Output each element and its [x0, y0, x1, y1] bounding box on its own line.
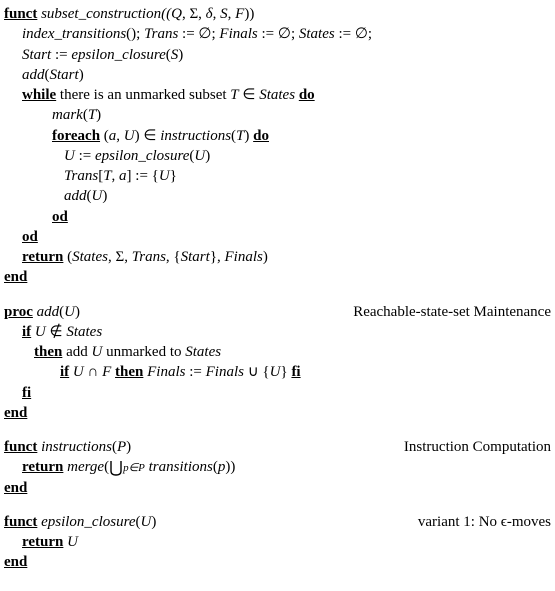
line-trans: Trans[T, a] := {U} — [4, 166, 551, 186]
funct-epsilon-closure: variant 1: No ϵ-moves funct epsilon_clos… — [4, 512, 551, 573]
line-add-u: add(U) — [4, 186, 551, 206]
proc-subset-construction: funct subset_construction((Q, Σ, δ, S, F… — [4, 4, 551, 288]
header-line: Instruction Computation funct instructio… — [4, 437, 551, 457]
line-add-start: add(Start) — [4, 65, 551, 85]
line-fi: fi — [4, 383, 551, 403]
line-inner-if: if U ∩ F then Finals := Finals ∪ {U} fi — [4, 362, 551, 382]
line-start: Start := epsilon_closure(S) — [4, 45, 551, 65]
comment: variant 1: No ϵ-moves — [418, 512, 551, 532]
line-end: end — [4, 478, 551, 498]
line-while: while there is an unmarked subset T ∈ St… — [4, 85, 551, 105]
big-union-icon — [109, 459, 123, 477]
line-od-inner: od — [4, 207, 551, 227]
proc-add: Reachable-state-set Maintenance proc add… — [4, 302, 551, 424]
line-mark: mark(T) — [4, 105, 551, 125]
line-return: return merge(p∈P transitions(p)) — [4, 457, 551, 477]
header-line: funct subset_construction((Q, Σ, δ, S, F… — [4, 4, 551, 24]
line-return: return (States, Σ, Trans, {Start}, Final… — [4, 247, 551, 267]
comment: Instruction Computation — [404, 437, 551, 457]
comment: Reachable-state-set Maintenance — [353, 302, 551, 322]
line-end: end — [4, 403, 551, 423]
funct-instructions: Instruction Computation funct instructio… — [4, 437, 551, 498]
line-if: if U ∉ States — [4, 322, 551, 342]
line-u-ec: U := epsilon_closure(U) — [4, 146, 551, 166]
line-return: return U — [4, 532, 551, 552]
header-line: Reachable-state-set Maintenance proc add… — [4, 302, 551, 322]
line-od-outer: od — [4, 227, 551, 247]
line-foreach: foreach (a, U) ∈ instructions(T) do — [4, 126, 551, 146]
line-end: end — [4, 267, 551, 287]
funct-kw: funct — [4, 6, 37, 22]
line-then: then add U unmarked to States — [4, 342, 551, 362]
line-init: index_transitions(); Trans := ∅; Finals … — [4, 24, 551, 44]
func-name: subset_construction — [41, 6, 161, 22]
header-line: variant 1: No ϵ-moves funct epsilon_clos… — [4, 512, 551, 532]
line-end: end — [4, 552, 551, 572]
